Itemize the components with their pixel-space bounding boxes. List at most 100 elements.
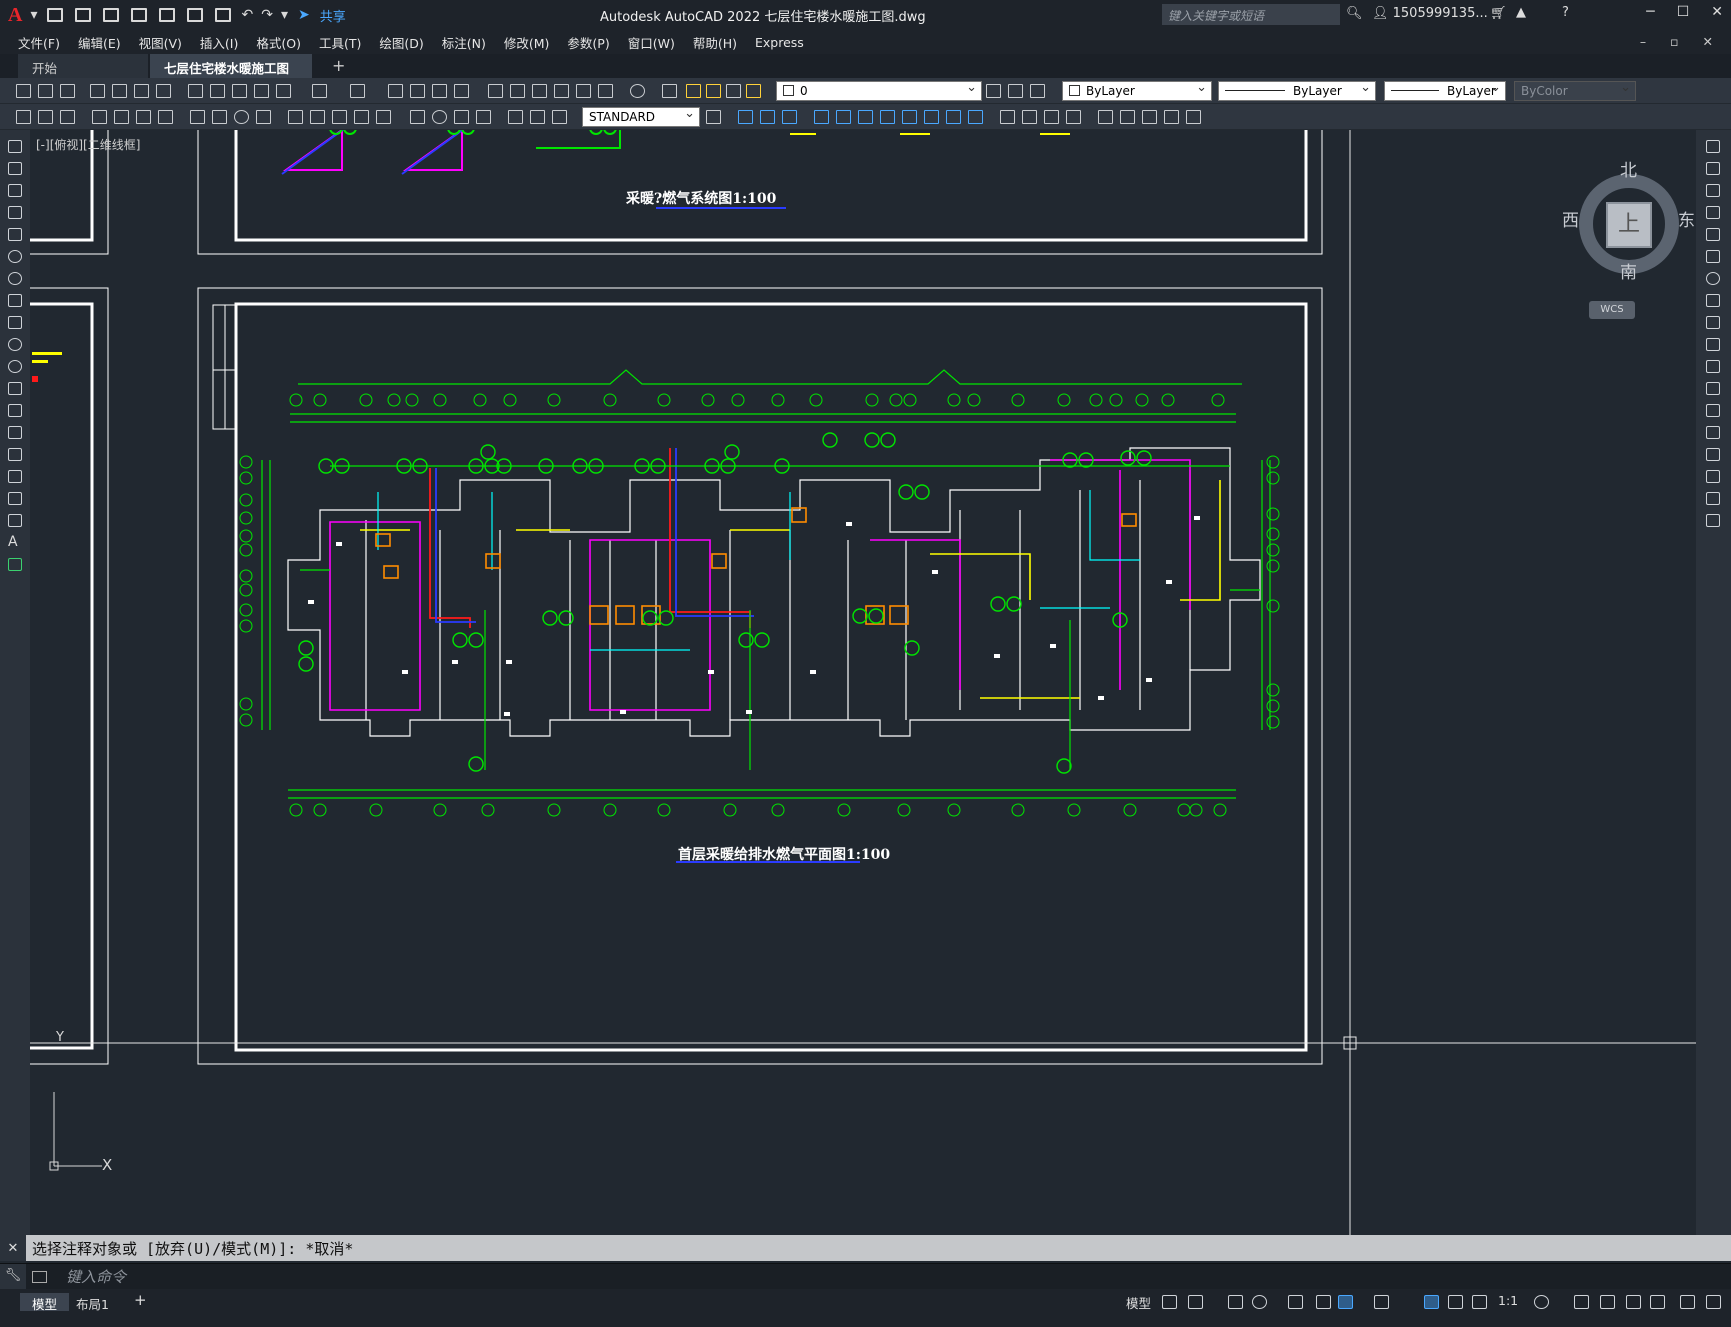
- save-as-icon[interactable]: [131, 8, 148, 22]
- explode-icon[interactable]: [1098, 110, 1113, 124]
- extend-icon[interactable]: [968, 110, 983, 124]
- sheet-set-icon[interactable]: [554, 84, 569, 98]
- undo-icon[interactable]: [312, 84, 327, 98]
- lineweight-dropdown[interactable]: ByLayer: [1384, 80, 1506, 101]
- copy-object-icon[interactable]: [760, 110, 775, 124]
- gradient-icon[interactable]: [8, 470, 22, 483]
- search-icon[interactable]: 🔍︎: [1346, 6, 1363, 21]
- make-block-icon[interactable]: [8, 404, 22, 417]
- autocad-logo[interactable]: A: [8, 4, 22, 27]
- erase-icon[interactable]: [738, 110, 753, 124]
- user-account-button[interactable]: 👤︎ 1505999135...: [1372, 6, 1488, 21]
- dimension-break-icon[interactable]: [376, 110, 391, 124]
- tolerance-icon[interactable]: [410, 110, 425, 124]
- customization-menu-icon[interactable]: [1706, 1295, 1721, 1309]
- zoom-window-icon[interactable]: [432, 84, 447, 98]
- cut-icon[interactable]: [188, 84, 203, 98]
- viewport-controls-label[interactable]: [-][俯视][二维线框]: [36, 136, 140, 153]
- 3d-print-icon[interactable]: [156, 84, 171, 98]
- units-icon[interactable]: [1600, 1295, 1615, 1309]
- offset-icon[interactable]: [1706, 206, 1720, 219]
- join-icon[interactable]: [1706, 426, 1720, 439]
- polyline-icon[interactable]: [8, 184, 22, 197]
- break-icon[interactable]: [1706, 404, 1720, 417]
- join-icon[interactable]: [1022, 110, 1037, 124]
- quick-properties-icon[interactable]: [1626, 1295, 1641, 1309]
- diameter-dimension-icon[interactable]: [234, 110, 249, 124]
- radius-dimension-icon[interactable]: [190, 110, 205, 124]
- multiline-text-icon[interactable]: A: [8, 535, 22, 549]
- menu-dimension[interactable]: 标注(N): [442, 33, 486, 52]
- publish-icon[interactable]: [134, 84, 149, 98]
- menu-parametric[interactable]: 参数(P): [567, 33, 609, 52]
- open-file-icon[interactable]: [75, 8, 92, 22]
- search-input[interactable]: 键入关键字或短语: [1162, 4, 1340, 25]
- menu-express[interactable]: Express: [755, 35, 804, 50]
- block-icon[interactable]: [16, 110, 31, 124]
- annotation-monitor-icon[interactable]: [1574, 1295, 1589, 1309]
- layer-previous-icon[interactable]: [1008, 84, 1023, 98]
- linetype-dropdown[interactable]: ByLayer: [1218, 80, 1376, 101]
- arc-length-icon[interactable]: [136, 110, 151, 124]
- continue-dimension-icon[interactable]: [332, 110, 347, 124]
- polar-tracking-icon[interactable]: [1252, 1295, 1267, 1309]
- share-icon[interactable]: ➤: [298, 7, 310, 23]
- viewcube-north[interactable]: 北: [1620, 156, 1637, 181]
- spline-icon[interactable]: [8, 316, 22, 329]
- hatch-icon[interactable]: [8, 448, 22, 461]
- copy-icon[interactable]: [1706, 162, 1720, 175]
- rectangle-icon[interactable]: [8, 228, 22, 241]
- trim-icon[interactable]: [1706, 338, 1720, 351]
- close-window-icon[interactable]: ✕: [1711, 4, 1723, 20]
- graphics-performance-icon[interactable]: [1650, 1295, 1665, 1309]
- point-icon[interactable]: [8, 426, 22, 439]
- add-selected-icon[interactable]: [8, 558, 22, 571]
- annotation-scale-icon[interactable]: [1472, 1295, 1487, 1309]
- tab-start[interactable]: 开始: [18, 54, 148, 78]
- ortho-icon[interactable]: [1228, 1295, 1243, 1309]
- jogged-dimension-icon[interactable]: [212, 110, 227, 124]
- rotate-icon[interactable]: [1706, 272, 1720, 285]
- layer-viewport-icon[interactable]: [726, 84, 741, 98]
- new-tab-button[interactable]: +: [318, 52, 359, 76]
- paste-icon[interactable]: [232, 84, 247, 98]
- insert-block-icon[interactable]: [8, 382, 22, 395]
- construction-line-icon[interactable]: [8, 162, 22, 175]
- drawing-canvas[interactable]: [-][俯视][二维线框] 采暖?燃气系统图1:100 首层采暖给排水燃气平面图…: [30, 130, 1696, 1235]
- layer-state-icon[interactable]: [1030, 84, 1045, 98]
- offset-icon[interactable]: [814, 110, 829, 124]
- grid-icon[interactable]: [1162, 1295, 1177, 1309]
- make-current-layer-icon[interactable]: [986, 84, 1001, 98]
- open-icon[interactable]: [38, 84, 53, 98]
- menu-help[interactable]: 帮助(H): [693, 33, 737, 52]
- properties-icon[interactable]: [488, 84, 503, 98]
- tab-document[interactable]: 七层住宅楼水暖施工图*✕: [150, 54, 312, 92]
- design-center-icon[interactable]: [510, 84, 525, 98]
- customize-quick-access-icon[interactable]: ▾: [281, 7, 288, 23]
- isolate-icon[interactable]: [1186, 110, 1201, 124]
- layer-on-icon[interactable]: [686, 84, 701, 98]
- array-icon[interactable]: [1706, 228, 1720, 241]
- minimize-icon[interactable]: ─: [1646, 4, 1654, 20]
- aligned-dimension-icon[interactable]: [114, 110, 129, 124]
- plot-icon[interactable]: [215, 8, 232, 22]
- block-editor-icon[interactable]: [276, 84, 291, 98]
- insert-block-icon[interactable]: [38, 110, 53, 124]
- extend-icon[interactable]: [1706, 360, 1720, 373]
- ellipse-icon[interactable]: [8, 338, 22, 351]
- add-layout-button[interactable]: +: [122, 1290, 159, 1309]
- isometric-icon[interactable]: [1288, 1295, 1303, 1309]
- layer-freeze-icon[interactable]: [706, 84, 721, 98]
- ungroup-icon[interactable]: [1164, 110, 1179, 124]
- dimension-space-icon[interactable]: [354, 110, 369, 124]
- menu-view[interactable]: 视图(V): [139, 33, 182, 52]
- chamfer-icon[interactable]: [1044, 110, 1059, 124]
- document-window-controls[interactable]: – ▫ ✕: [1640, 34, 1723, 49]
- help-icon[interactable]: ?: [1562, 5, 1569, 20]
- dimension-update-icon[interactable]: [552, 110, 567, 124]
- break-at-point-icon[interactable]: [1706, 382, 1720, 395]
- dimension-text-edit-icon[interactable]: [530, 110, 545, 124]
- menu-edit[interactable]: 编辑(E): [78, 33, 121, 52]
- table-icon[interactable]: [8, 514, 22, 527]
- rotate-icon[interactable]: [880, 110, 895, 124]
